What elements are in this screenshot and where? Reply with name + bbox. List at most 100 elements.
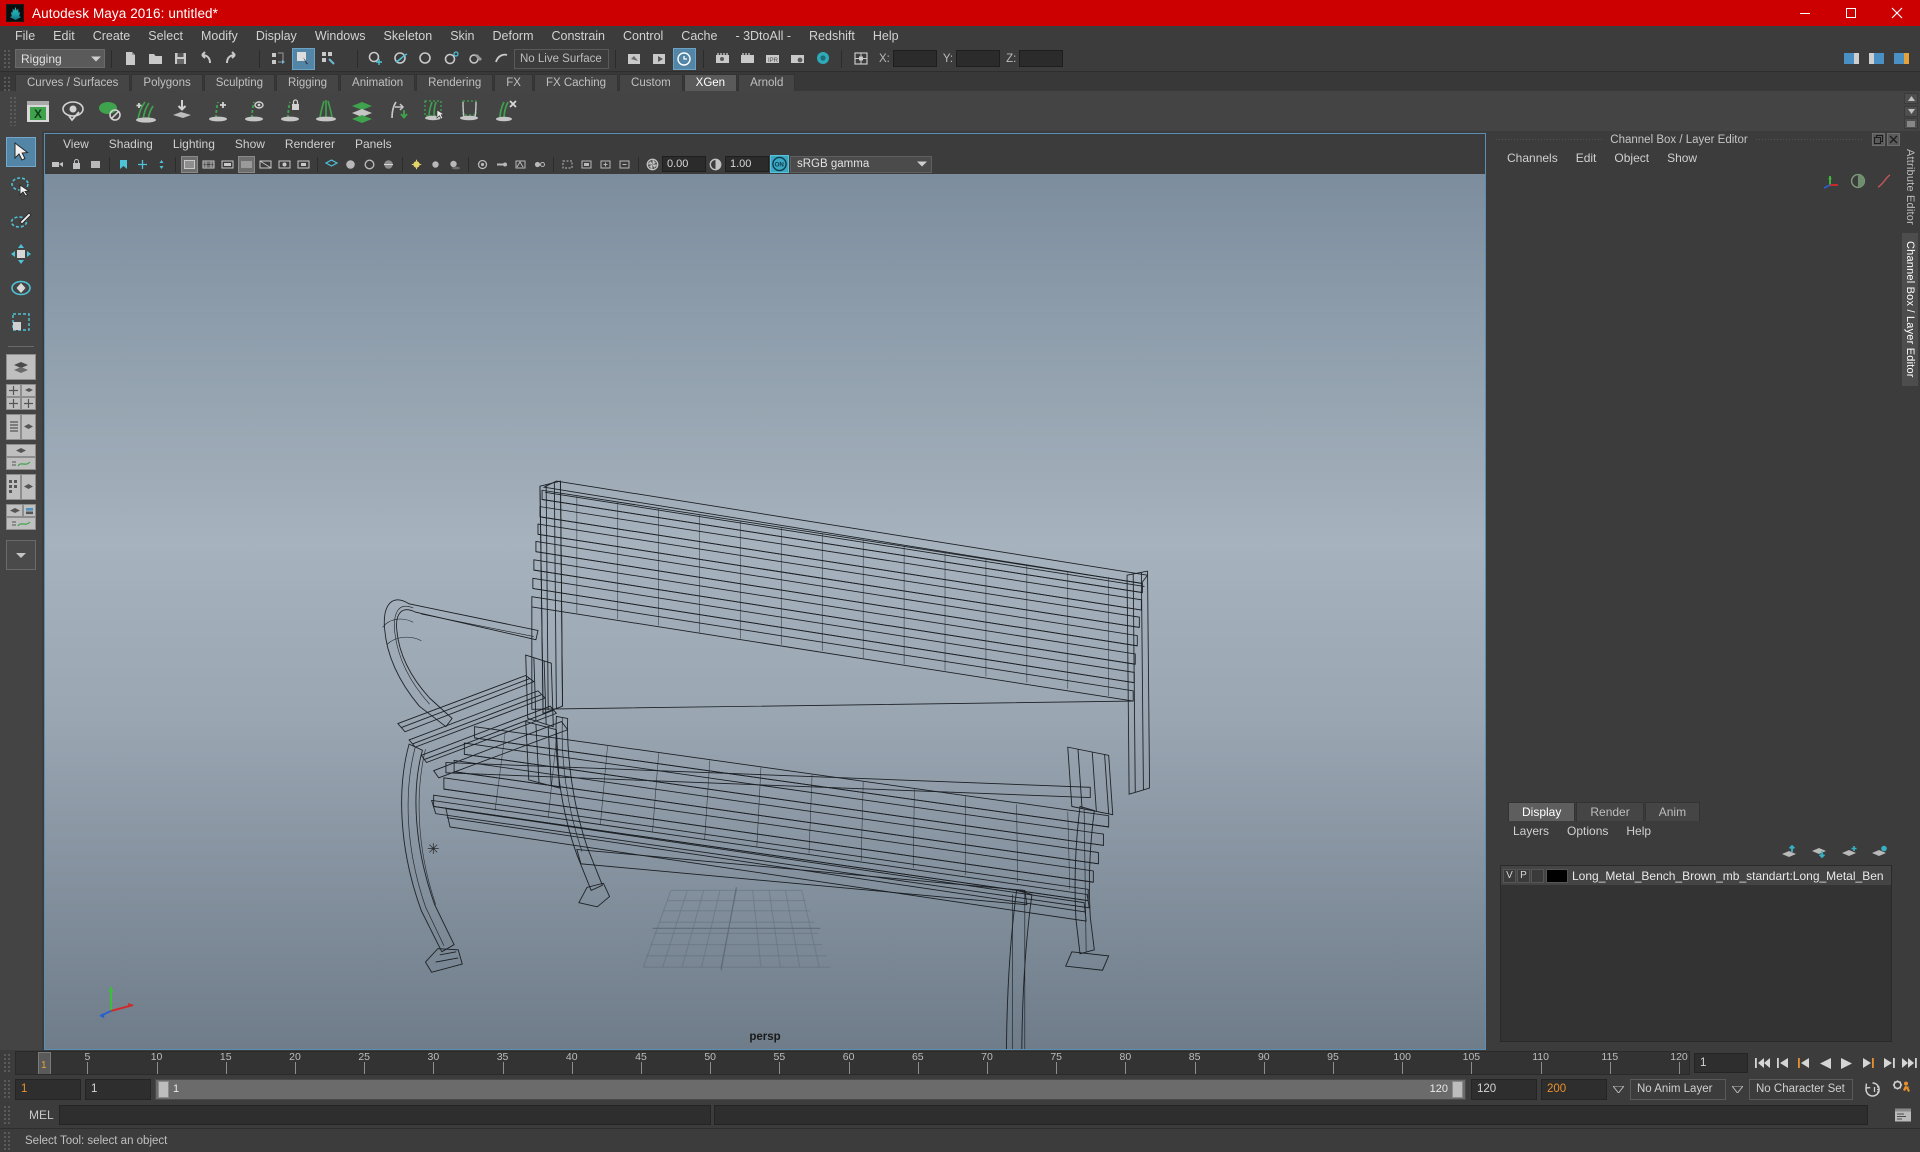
character-set-selector[interactable]: No Character Set — [1749, 1078, 1853, 1100]
depth-of-field-icon[interactable] — [531, 156, 548, 173]
script-editor-icon[interactable] — [1894, 1107, 1912, 1123]
time-slider[interactable]: 1 5 10 15 20 25 30 35 40 45 50 55 60 65 70 75 80 85 90 95 1… — [15, 1051, 1690, 1075]
xgen-convert-icon[interactable] — [381, 94, 415, 128]
menu-redshift[interactable]: Redshift — [800, 26, 864, 46]
character-set-chevron-icon[interactable] — [1732, 1085, 1743, 1093]
smooth-shade-selected-icon[interactable] — [361, 156, 378, 173]
go-to-end-icon[interactable] — [1899, 1052, 1920, 1074]
color-management-toggle-icon[interactable]: ON — [770, 155, 789, 173]
anim-layer-selector[interactable]: No Anim Layer — [1630, 1078, 1726, 1100]
command-language-label[interactable]: MEL — [15, 1108, 59, 1122]
xgen-import-collection-icon[interactable] — [165, 94, 199, 128]
xgen-sculpt-layer-icon[interactable] — [345, 94, 379, 128]
menu-skin[interactable]: Skin — [441, 26, 483, 46]
xgen-editor-icon[interactable]: X — [21, 94, 55, 128]
toggle-isolate-icon[interactable] — [578, 156, 595, 173]
play-forwards-icon[interactable] — [1836, 1052, 1857, 1074]
anim-layer-chevron-icon[interactable] — [1613, 1085, 1624, 1093]
paint-select-tool[interactable] — [6, 205, 36, 235]
playback-end-field[interactable]: 120 — [1471, 1078, 1537, 1100]
gate-mask-icon[interactable] — [238, 155, 255, 173]
menu-skeleton[interactable]: Skeleton — [375, 26, 442, 46]
select-by-component-type-icon[interactable] — [317, 48, 340, 70]
hypershade-persp-layout[interactable] — [6, 474, 36, 500]
make-live-icon[interactable] — [490, 48, 513, 70]
screen-space-ao-icon[interactable] — [474, 156, 491, 173]
menu-help[interactable]: Help — [864, 26, 908, 46]
show-tool-settings-icon[interactable] — [1865, 48, 1888, 70]
viewport-menu-renderer[interactable]: Renderer — [275, 136, 345, 152]
layer-name[interactable]: Long_Metal_Bench_Brown_mb_standart:Long_… — [1572, 869, 1884, 883]
live-surface-field[interactable]: No Live Surface — [514, 48, 609, 69]
show-attribute-editor-icon[interactable] — [1840, 48, 1863, 70]
lock-camera-icon[interactable] — [68, 156, 85, 173]
gamma-icon[interactable] — [707, 156, 724, 173]
viewport-menu-lighting[interactable]: Lighting — [163, 136, 225, 152]
go-to-start-icon[interactable] — [1752, 1052, 1773, 1074]
move-layer-up-icon[interactable] — [1781, 845, 1798, 859]
save-scene-icon[interactable] — [169, 48, 192, 70]
snap-to-projected-center-icon[interactable] — [440, 48, 463, 70]
wireframe-on-shaded-icon[interactable] — [380, 156, 397, 173]
two-d-pan-zoom-icon[interactable] — [153, 156, 170, 173]
close-button[interactable] — [1874, 0, 1920, 26]
coord-x-field[interactable] — [892, 50, 937, 67]
command-line-grip[interactable] — [3, 1105, 12, 1125]
camera-attributes-icon[interactable] — [87, 156, 104, 173]
range-right-handle[interactable] — [1452, 1080, 1463, 1098]
select-by-object-type-icon[interactable] — [292, 47, 315, 70]
undo-icon[interactable] — [194, 48, 217, 70]
viewport-canvas[interactable]: ✳ persp — [45, 174, 1485, 1049]
xray-icon[interactable] — [257, 156, 274, 173]
move-layer-down-icon[interactable] — [1811, 845, 1828, 859]
color-transform-selector[interactable]: sRGB gamma — [790, 155, 932, 173]
shelf-tab-fx[interactable]: FX — [494, 74, 533, 91]
xgen-mirror-guide-icon[interactable] — [309, 94, 343, 128]
layer-visibility-toggle[interactable]: V — [1503, 868, 1516, 883]
layer-menu-layers[interactable]: Layers — [1504, 823, 1558, 839]
vtab-attribute-editor[interactable]: Attribute Editor — [1902, 141, 1918, 233]
auto-keyframe-icon[interactable] — [1863, 1081, 1882, 1098]
new-layer-icon[interactable] — [1841, 845, 1858, 859]
viewport-menu-view[interactable]: View — [53, 136, 99, 152]
xgen-select-guide-icon[interactable] — [237, 94, 271, 128]
film-gate-icon[interactable] — [200, 156, 217, 173]
snap-to-view-plane-icon[interactable] — [465, 48, 488, 70]
step-back-frame-icon[interactable] — [1773, 1052, 1794, 1074]
time-slider-grip[interactable] — [3, 1053, 12, 1073]
range-slider-grip[interactable] — [3, 1079, 12, 1099]
shelf-tab-curves-surfaces[interactable]: Curves / Surfaces — [15, 74, 131, 91]
animation-curve-icon[interactable] — [1876, 173, 1892, 189]
layer-menu-help[interactable]: Help — [1617, 823, 1660, 839]
use-default-lighting-icon[interactable] — [408, 156, 425, 173]
multisample-aa-icon[interactable] — [512, 156, 529, 173]
tab-anim[interactable]: Anim — [1644, 802, 1701, 821]
layer-list[interactable]: V P Long_Metal_Bench_Brown_mb_standart:L… — [1500, 865, 1892, 1042]
menu-create[interactable]: Create — [84, 26, 140, 46]
channelbox-menu-edit[interactable]: Edit — [1567, 150, 1606, 166]
xgen-preview-icon[interactable] — [57, 94, 91, 128]
statusline-grip[interactable] — [3, 48, 12, 69]
hypershade-icon[interactable] — [736, 48, 759, 70]
add-to-isolate-icon[interactable] — [597, 156, 614, 173]
drag-handle-right[interactable] — [1754, 139, 1864, 140]
shading-sphere-icon[interactable] — [1850, 173, 1866, 189]
shelf-tab-fx-caching[interactable]: FX Caching — [533, 74, 619, 91]
animation-end-field[interactable]: 200 — [1541, 1078, 1607, 1100]
step-forward-frame-icon[interactable] — [1878, 1052, 1899, 1074]
help-line-grip[interactable] — [3, 1130, 12, 1151]
move-tool[interactable] — [6, 239, 36, 269]
exposure-field[interactable]: 0.00 — [662, 156, 706, 172]
menu-set-selector[interactable]: Rigging — [15, 49, 105, 68]
menu-cache[interactable]: Cache — [672, 26, 726, 46]
layer-menu-options[interactable]: Options — [1558, 823, 1617, 839]
menu-file[interactable]: File — [6, 26, 44, 46]
command-result[interactable] — [714, 1105, 1868, 1125]
remove-from-isolate-icon[interactable] — [616, 156, 633, 173]
shelf-row-grip[interactable] — [9, 96, 18, 126]
shelf-tab-xgen[interactable]: XGen — [683, 74, 738, 91]
xray-active-components-icon[interactable] — [295, 156, 312, 173]
menu-select[interactable]: Select — [139, 26, 192, 46]
shelf-menu-icon[interactable] — [1904, 118, 1918, 129]
rotate-tool[interactable] — [6, 273, 36, 303]
